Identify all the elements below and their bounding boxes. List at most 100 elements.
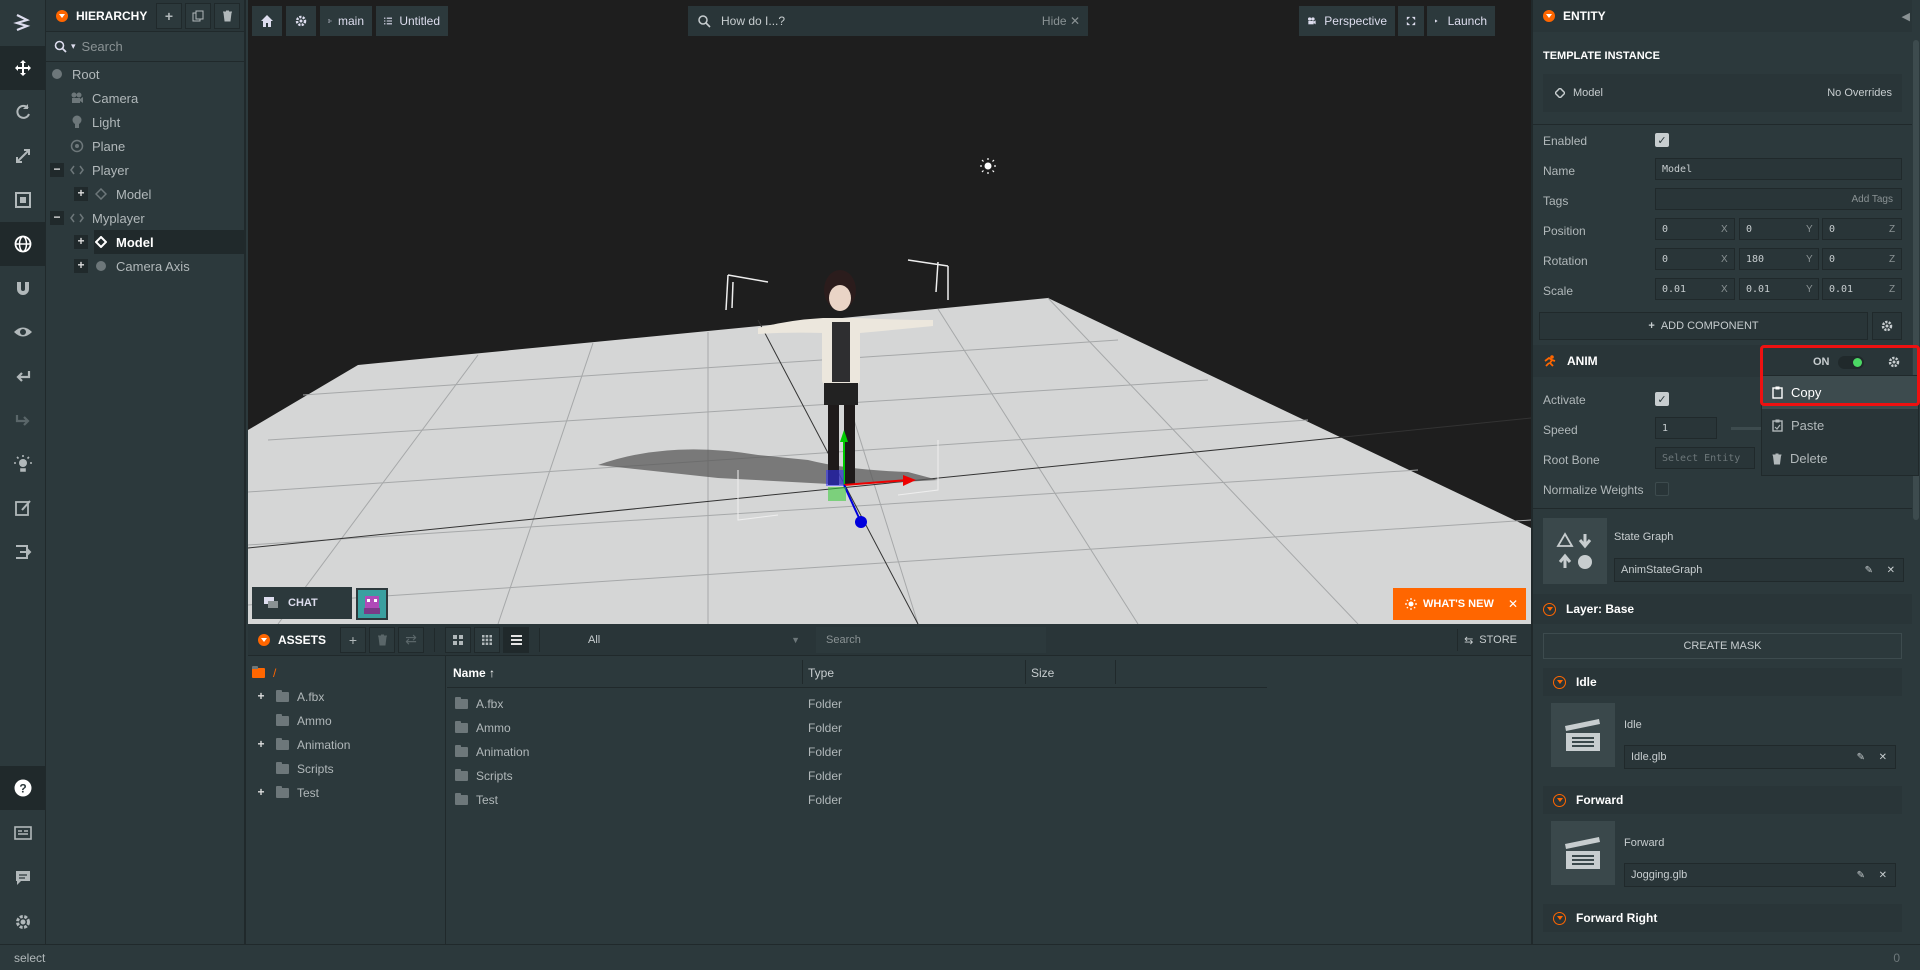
create-mask-button[interactable]: CREATE MASK: [1543, 633, 1902, 659]
settings-gear-icon[interactable]: [0, 900, 46, 944]
folder-item[interactable]: Test: [248, 781, 445, 805]
publish-icon[interactable]: [0, 530, 46, 574]
lightmapper-icon[interactable]: [0, 442, 46, 486]
whats-new-button[interactable]: WHAT'S NEW ✕: [1393, 588, 1526, 620]
table-row[interactable]: A.fbx Folder: [447, 692, 1531, 716]
collapse-panel-icon[interactable]: ◀: [1902, 10, 1910, 23]
help-search-input[interactable]: How do I...? Hide ✕: [688, 6, 1088, 36]
state-graph-field[interactable]: AnimStateGraph ✎ ✕: [1614, 558, 1904, 582]
column-name[interactable]: Name ↑: [453, 666, 495, 680]
tree-item-myplayer-model[interactable]: Model: [94, 230, 246, 254]
column-size[interactable]: Size: [1031, 666, 1054, 680]
root-bone-field[interactable]: Select Entity: [1655, 447, 1755, 469]
activate-checkbox[interactable]: ✓: [1655, 392, 1669, 406]
remove-icon[interactable]: ✕: [1887, 565, 1895, 576]
scenes-button[interactable]: Untitled: [376, 6, 448, 36]
template-instance-row[interactable]: Model No Overrides: [1543, 74, 1902, 112]
fullscreen-button[interactable]: [1398, 6, 1424, 36]
focus-eye-icon[interactable]: [0, 310, 46, 354]
collapse-icon[interactable]: [56, 9, 68, 22]
snap-magnet-icon[interactable]: [0, 266, 46, 310]
enabled-checkbox[interactable]: ✓: [1655, 133, 1669, 147]
world-space-icon[interactable]: [0, 222, 46, 266]
state-forward-right-header[interactable]: Forward Right: [1543, 904, 1902, 932]
state-forward-header[interactable]: Forward: [1543, 786, 1902, 814]
expand-model-button[interactable]: +: [74, 187, 88, 201]
state-asset-field[interactable]: Idle.glb ✎ ✕: [1624, 745, 1896, 769]
asset-search-input[interactable]: Search: [816, 627, 1046, 653]
tree-item-myplayer[interactable]: Myplayer: [70, 206, 246, 230]
menu-item-paste[interactable]: Paste: [1762, 409, 1918, 442]
scale-tool-icon[interactable]: [0, 134, 46, 178]
collapse-icon[interactable]: [258, 633, 270, 646]
launch-button[interactable]: Launch: [1427, 6, 1495, 36]
edit-pencil-icon[interactable]: ✎: [1857, 870, 1865, 881]
collapse-icon[interactable]: [1543, 10, 1555, 22]
speed-slider[interactable]: [1731, 427, 1761, 430]
tree-item-camera-axis[interactable]: Camera Axis: [94, 254, 246, 278]
state-asset-field[interactable]: Jogging.glb ✎ ✕: [1624, 863, 1896, 887]
tree-item-plane[interactable]: Plane: [70, 134, 246, 158]
scene-canvas[interactable]: [248, 0, 1531, 624]
feedback-icon[interactable]: [0, 856, 46, 900]
code-editor-icon[interactable]: [0, 486, 46, 530]
duplicate-entity-button[interactable]: [185, 2, 211, 29]
add-entity-button[interactable]: +: [156, 2, 182, 29]
delete-asset-button[interactable]: [369, 626, 396, 653]
edit-pencil-icon[interactable]: ✎: [1865, 565, 1873, 576]
tags-field[interactable]: Add Tags: [1655, 188, 1902, 210]
remove-icon[interactable]: ✕: [1879, 870, 1887, 881]
name-field[interactable]: Model: [1655, 158, 1902, 180]
asset-filter-select[interactable]: All ▼: [578, 627, 808, 653]
resize-element-icon[interactable]: [0, 178, 46, 222]
normalize-weights-checkbox[interactable]: [1655, 482, 1669, 496]
table-row[interactable]: Ammo Folder: [447, 716, 1531, 740]
viewport[interactable]: main Untitled How do I...? Hide ✕ Perspe…: [248, 0, 1531, 624]
folder-root[interactable]: /: [252, 664, 276, 682]
redo-icon[interactable]: [0, 398, 46, 442]
table-row[interactable]: Test Folder: [447, 788, 1531, 812]
folder-item[interactable]: Animation: [248, 733, 445, 757]
list-view-button[interactable]: [503, 626, 530, 653]
state-idle-header[interactable]: Idle: [1543, 668, 1902, 696]
menu-item-delete[interactable]: Delete: [1762, 442, 1918, 475]
undo-icon[interactable]: [0, 354, 46, 398]
reference-asset-button[interactable]: ⇄: [398, 626, 425, 653]
column-divider[interactable]: [1025, 660, 1026, 684]
remove-icon[interactable]: ✕: [1879, 752, 1887, 763]
folder-item[interactable]: Ammo: [248, 709, 445, 733]
folder-item[interactable]: A.fbx: [248, 685, 445, 709]
expand-model-button[interactable]: +: [74, 235, 88, 249]
folder-item[interactable]: Scripts: [248, 757, 445, 781]
table-row[interactable]: Animation Folder: [447, 740, 1531, 764]
column-divider[interactable]: [802, 660, 803, 684]
branch-button[interactable]: main: [320, 6, 372, 36]
camera-select-button[interactable]: Perspective: [1299, 6, 1395, 36]
small-grid-view-button[interactable]: [445, 626, 472, 653]
store-button[interactable]: ⇆ STORE: [1457, 629, 1523, 651]
hierarchy-search-input[interactable]: Search: [82, 39, 123, 54]
speed-field[interactable]: 1: [1655, 417, 1717, 439]
add-asset-button[interactable]: +: [340, 626, 367, 653]
tree-item-root[interactable]: Root: [50, 62, 246, 86]
delete-entity-button[interactable]: [214, 2, 240, 29]
home-button[interactable]: [252, 6, 282, 36]
add-component-button[interactable]: + ADD COMPONENT: [1539, 312, 1868, 340]
help-icon[interactable]: ?: [0, 766, 46, 810]
tree-item-player[interactable]: Player: [70, 158, 246, 182]
hide-help-button[interactable]: Hide ✕: [1042, 14, 1080, 28]
expand-camera-axis-button[interactable]: +: [74, 259, 88, 273]
close-whats-new-icon[interactable]: ✕: [1508, 597, 1518, 611]
tree-item-player-model[interactable]: Model: [94, 182, 246, 206]
grid-view-button[interactable]: [474, 626, 501, 653]
layer-base-header[interactable]: Layer: Base: [1533, 594, 1920, 624]
controls-icon[interactable]: [0, 811, 46, 855]
edit-pencil-icon[interactable]: ✎: [1857, 752, 1865, 763]
tree-item-camera[interactable]: Camera: [70, 86, 246, 110]
project-settings-button[interactable]: [286, 6, 316, 36]
rotate-tool-icon[interactable]: [0, 90, 46, 134]
hierarchy-search[interactable]: ▾ Search: [46, 32, 244, 62]
column-divider[interactable]: [1115, 660, 1116, 684]
user-avatar[interactable]: [356, 588, 388, 620]
entity-settings-button[interactable]: [1872, 312, 1902, 340]
